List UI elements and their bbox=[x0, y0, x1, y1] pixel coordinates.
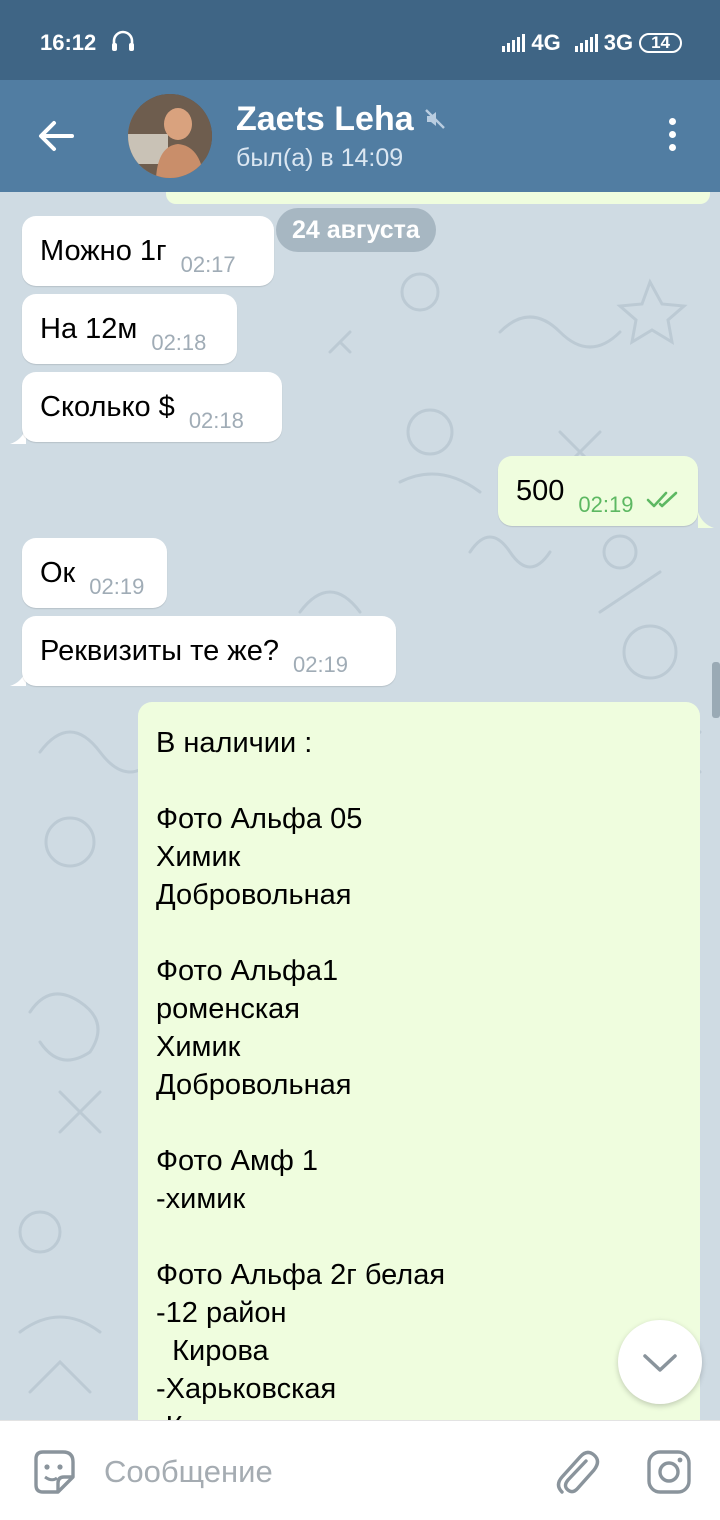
message-text: Можно 1г bbox=[40, 235, 167, 267]
message-time: 02:17 bbox=[180, 252, 236, 277]
more-vertical-icon bbox=[660, 118, 684, 151]
network-type-1: 4G bbox=[531, 30, 561, 55]
message-text: Реквизиты те же? bbox=[40, 635, 279, 667]
scrollbar-thumb[interactable] bbox=[712, 662, 720, 718]
message-bubble-incoming[interactable]: Можно 1г 02:17 bbox=[22, 216, 274, 286]
message-time: 02:18 bbox=[188, 408, 244, 433]
double-check-icon bbox=[646, 491, 677, 508]
message-bubble-outgoing-long[interactable]: В наличии : Фото Альфа 05 Химик Добровол… bbox=[138, 702, 700, 1420]
headset-icon bbox=[110, 28, 136, 60]
back-button[interactable] bbox=[36, 118, 76, 154]
previous-message-bubble[interactable] bbox=[166, 192, 710, 204]
date-separator: 24 августа bbox=[276, 208, 436, 252]
speaker-muted-icon bbox=[424, 108, 446, 135]
message-bubble-incoming[interactable]: Реквизиты те же? 02:19 bbox=[22, 616, 396, 686]
bubble-tail bbox=[698, 512, 714, 528]
message-text: Ок bbox=[40, 557, 76, 589]
message-text: На 12м bbox=[40, 313, 138, 345]
arrow-left-icon bbox=[39, 121, 74, 151]
message-time: 02:18 bbox=[151, 330, 207, 355]
message-bubble-outgoing[interactable]: 500 02:19 bbox=[498, 456, 698, 526]
message-time: 02:19 bbox=[292, 652, 349, 677]
paperclip-icon bbox=[556, 1450, 600, 1494]
attach-button[interactable] bbox=[552, 1447, 600, 1497]
sticker-icon bbox=[34, 1450, 75, 1494]
status-indicators: 4G 3G 14 bbox=[502, 30, 682, 56]
status-bar: 16:12 4G 3G 14 bbox=[0, 0, 720, 80]
sticker-button[interactable] bbox=[28, 1447, 78, 1497]
contact-last-seen: был(а) в 14:09 bbox=[236, 144, 404, 172]
camera-button[interactable] bbox=[644, 1447, 694, 1497]
battery-indicator: 14 bbox=[639, 33, 682, 53]
network-type-2: 3G bbox=[603, 30, 634, 55]
scroll-down-button[interactable] bbox=[618, 1320, 702, 1404]
message-bubble-incoming[interactable]: На 12м 02:18 bbox=[22, 294, 237, 364]
more-menu-button[interactable] bbox=[660, 118, 684, 158]
message-text: 500 bbox=[516, 475, 565, 507]
signal-icon bbox=[502, 34, 526, 52]
message-text: Сколько $ bbox=[40, 391, 175, 423]
avatar[interactable] bbox=[128, 94, 212, 178]
contact-name[interactable]: Zaets Leha bbox=[236, 100, 414, 139]
signal-icon bbox=[574, 34, 598, 52]
chevron-down-icon bbox=[643, 1354, 677, 1372]
message-bubble-incoming[interactable]: Сколько $ 02:18 bbox=[22, 372, 282, 442]
instagram-camera-icon bbox=[647, 1450, 691, 1494]
message-time: 02:19 bbox=[578, 492, 634, 517]
chat-area[interactable]: 24 августа Можно 1г 02:17 На 12м 02:18 Ско… bbox=[0, 192, 720, 1420]
status-time: 16:12 bbox=[40, 30, 97, 55]
message-input[interactable] bbox=[104, 1449, 524, 1495]
message-time: 02:19 bbox=[89, 574, 145, 599]
message-input-bar bbox=[0, 1420, 720, 1520]
chat-header: Zaets Leha был(а) в 14:09 bbox=[0, 80, 720, 192]
message-bubble-incoming[interactable]: Ок 02:19 bbox=[22, 538, 167, 608]
